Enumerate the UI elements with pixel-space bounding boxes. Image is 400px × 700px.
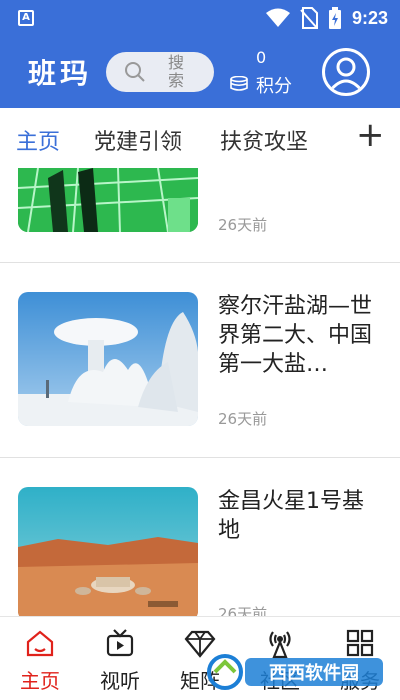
nav-home[interactable]: 主页: [0, 617, 80, 700]
watermark-logo: 西西软件园: [207, 654, 383, 690]
news-title: 察尔汗盐湖—世界第二大、中国第一大盐…: [218, 294, 373, 377]
svg-text:西西软件园: 西西软件园: [269, 662, 359, 684]
tab-home[interactable]: 主页: [16, 124, 60, 156]
nav-label: 主页: [20, 669, 60, 693]
divider: [0, 262, 400, 263]
tab-poverty-alleviation[interactable]: 扶贫攻坚: [220, 124, 308, 156]
battery-icon: [328, 7, 341, 29]
home-icon: [26, 630, 54, 657]
wifi-icon: [265, 8, 290, 27]
notification-icon: A: [18, 10, 34, 26]
search-icon: [125, 62, 145, 82]
user-icon: [328, 57, 364, 92]
points-widget[interactable]: 0 积分: [230, 48, 298, 98]
news-list: 26天前 察尔汗盐湖—世界第二大、中国第一大盐… 26天前 金昌火星1号基地 2…: [0, 168, 400, 616]
divider: [0, 457, 400, 458]
video-icon: [106, 629, 134, 657]
news-thumbnail: [18, 292, 198, 426]
no-sim-icon: [300, 7, 318, 29]
add-tab-button[interactable]: +: [356, 118, 385, 152]
app-logo: 班玛: [28, 57, 93, 90]
status-time: 9:23: [351, 7, 388, 28]
avatar[interactable]: [322, 48, 370, 96]
news-thumbnail: [18, 487, 198, 616]
news-title: 金昌火星1号基地: [218, 489, 364, 543]
points-label: 积分: [256, 76, 292, 97]
app-header: 班玛 搜索 0 积分: [0, 36, 400, 108]
search-label: 搜索: [168, 53, 185, 90]
news-thumbnail: [18, 168, 198, 232]
points-value: 0: [256, 48, 267, 67]
category-tabs: 主页 党建引领 扶贫攻坚 +: [0, 108, 400, 168]
news-time: 26天前: [218, 216, 268, 234]
nav-label: 视听: [100, 669, 140, 693]
status-bar: A 9:23: [0, 0, 400, 36]
search-button[interactable]: 搜索: [106, 52, 214, 92]
news-time: 26天前: [218, 605, 268, 616]
tab-party-building[interactable]: 党建引领: [94, 124, 182, 156]
coins-icon: [230, 76, 248, 91]
nav-video[interactable]: 视听: [80, 617, 160, 700]
news-time: 26天前: [218, 410, 268, 428]
